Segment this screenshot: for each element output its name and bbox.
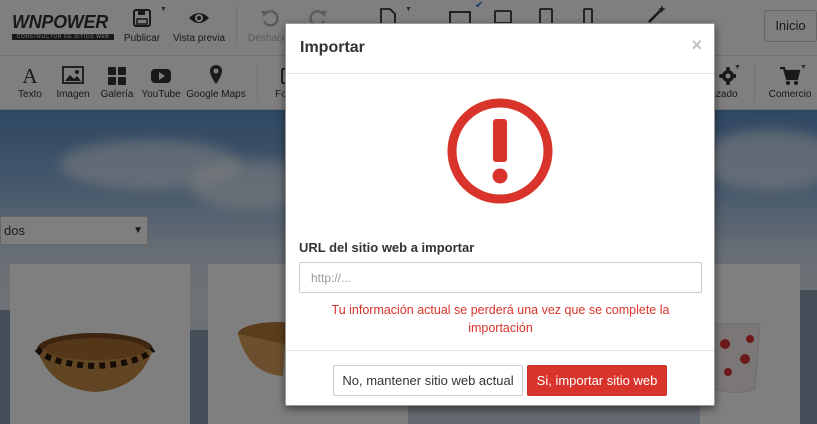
modal-header: Importar × [286, 24, 714, 74]
import-modal: Importar × URL del sitio web a importar … [285, 23, 715, 406]
import-site-button[interactable]: Si, importar sitio web [527, 365, 667, 396]
data-loss-warning: Tu información actual se perderá una vez… [331, 303, 670, 335]
keep-site-button[interactable]: No, mantener sitio web actual [333, 365, 523, 396]
exclamation-warning-icon [447, 98, 553, 204]
close-icon[interactable]: × [691, 36, 702, 54]
url-label: URL del sitio web a importar [299, 240, 475, 255]
url-input[interactable] [299, 262, 702, 293]
modal-title: Importar [300, 39, 365, 56]
modal-footer: No, mantener sitio web actual Si, import… [286, 350, 714, 405]
